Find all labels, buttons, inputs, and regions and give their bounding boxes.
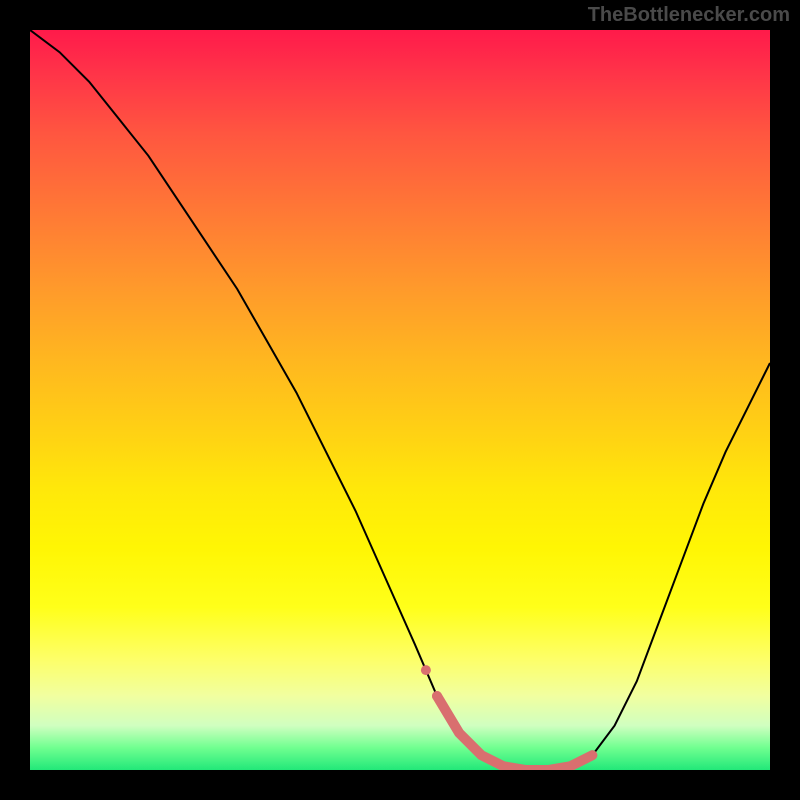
highlight-dot — [421, 665, 431, 675]
highlight-marker — [437, 696, 592, 770]
curve-group — [30, 30, 770, 770]
bottleneck-curve — [30, 30, 770, 770]
chart-svg — [30, 30, 770, 770]
attribution-text: TheBottlenecker.com — [588, 4, 790, 27]
highlight-dot — [432, 691, 442, 701]
plot-area — [30, 30, 770, 770]
